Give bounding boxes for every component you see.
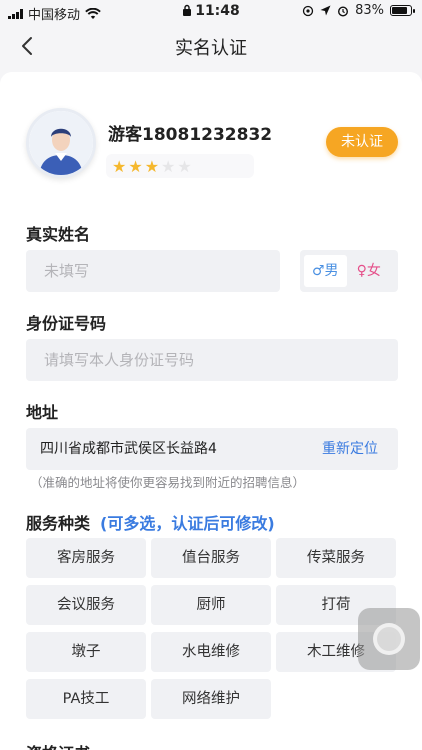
lock-icon — [183, 4, 192, 16]
service-option[interactable]: 传菜服务 — [276, 538, 396, 578]
service-option[interactable]: 客房服务 — [26, 538, 146, 578]
id-label: 身份证号码 — [26, 314, 107, 333]
name-label: 真实姓名 — [26, 225, 91, 244]
gender-female-option[interactable]: ♀女 — [349, 255, 389, 287]
service-option[interactable]: 值台服务 — [151, 538, 271, 578]
star-icon: ★ — [144, 156, 160, 176]
page-title: 实名认证 — [175, 38, 247, 59]
nav-header: 实名认证 — [0, 22, 422, 70]
battery-icon — [390, 5, 415, 16]
gender-male-option[interactable]: ♂男 — [304, 255, 347, 287]
service-option[interactable]: 网络维护 — [151, 679, 271, 719]
star-icon: ★ — [177, 156, 192, 176]
star-icon: ★ — [128, 156, 143, 176]
address-hint: （准确的地址将使你更容易找到附近的招聘信息） — [30, 475, 306, 490]
service-option[interactable]: 会议服务 — [26, 585, 146, 625]
address-label: 地址 — [26, 403, 59, 422]
service-option[interactable]: PA技工 — [26, 679, 146, 719]
status-right: 83% — [302, 3, 415, 18]
battery-label: 83% — [355, 3, 384, 18]
user-name: 游客18081232832 — [108, 125, 273, 145]
name-field[interactable]: 未填写 — [26, 250, 280, 292]
service-option[interactable]: 水电维修 — [151, 632, 271, 672]
address-field[interactable]: 四川省成都市武侯区长益路4 重新定位 — [26, 428, 398, 470]
orientation-lock-icon — [302, 5, 314, 16]
assistive-touch-icon — [373, 623, 405, 655]
star-icon: ★ — [112, 156, 127, 176]
service-option[interactable]: 墩子 — [26, 632, 146, 672]
battery-level — [392, 7, 407, 14]
address-value: 四川省成都市武侯区长益路4 — [40, 441, 217, 457]
time-label: 11:48 — [195, 3, 240, 19]
id-number-field[interactable]: 请填写本人身份证号码 — [26, 339, 398, 381]
certificate-label: 资格证书 — [26, 740, 90, 750]
services-title: 服务种类 — [26, 514, 91, 533]
service-option[interactable]: 厨师 — [151, 585, 271, 625]
user-avatar-icon — [29, 111, 93, 175]
rating-stars: ★ ★ ★ ★ ★ — [106, 154, 254, 178]
status-badge[interactable]: 未认证 — [326, 127, 398, 157]
alarm-icon — [338, 5, 349, 17]
services-sub-label: (可多选，认证后可修改) — [100, 514, 275, 533]
relocate-button[interactable]: 重新定位 — [322, 428, 378, 470]
services-label: 服务种类 (可多选，认证后可修改) — [26, 510, 275, 534]
status-bar: 中国移动 11:48 83% — [0, 0, 422, 23]
gender-selector: ♂男 ♀女 — [300, 250, 398, 292]
assistive-touch-button[interactable] — [358, 608, 420, 670]
location-icon — [320, 5, 331, 16]
star-icon: ★ — [161, 156, 176, 176]
avatar[interactable] — [26, 108, 96, 178]
